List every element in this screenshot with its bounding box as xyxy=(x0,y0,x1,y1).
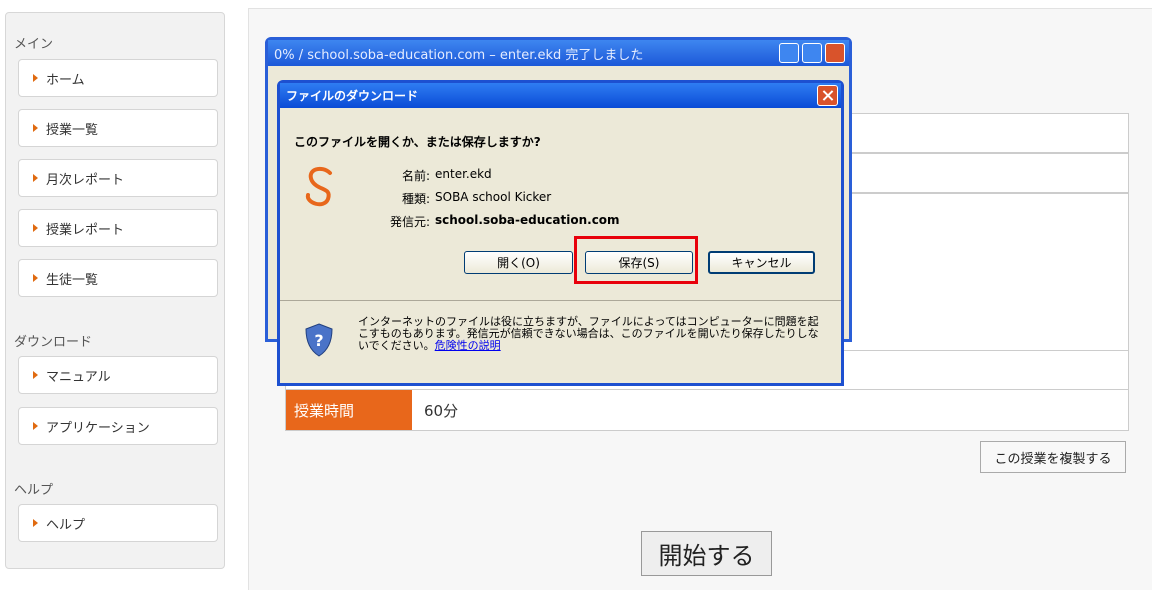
file-name-value: enter.ekd xyxy=(435,167,492,181)
sidebar: メイン ホーム 授業一覧 月次レポート 授業レポート 生徒一覧 ダウンロード マ… xyxy=(5,12,225,569)
minimize-icon[interactable] xyxy=(779,43,799,63)
arrow-icon xyxy=(33,174,38,182)
sidebar-item-label: マニュアル xyxy=(46,369,111,385)
sidebar-item-label: 生徒一覧 xyxy=(46,272,99,288)
close-icon[interactable] xyxy=(825,43,845,63)
sidebar-item-label: 授業レポート xyxy=(46,222,125,238)
duplicate-class-button[interactable]: この授業を複製する xyxy=(980,441,1126,473)
sidebar-item-label: 授業一覧 xyxy=(46,122,99,138)
arrow-icon xyxy=(33,371,38,379)
sidebar-item-class-report[interactable]: 授業レポート xyxy=(18,209,218,247)
warning-message: インターネットのファイルは役に立ちますが、ファイルによってはコンピューターに問題… xyxy=(358,315,819,352)
sidebar-item-monthly-report[interactable]: 月次レポート xyxy=(18,159,218,197)
field-label: 発信元: xyxy=(389,215,430,229)
dialog-title: ファイルのダウンロード xyxy=(280,83,841,108)
source-value: school.soba-education.com xyxy=(435,213,620,227)
file-type-value: SOBA school Kicker xyxy=(435,190,552,204)
start-button[interactable]: 開始する xyxy=(641,531,772,576)
arrow-icon xyxy=(33,124,38,132)
row-label: 授業時間 xyxy=(286,390,412,430)
open-button[interactable]: 開く(O) xyxy=(464,251,573,274)
section-heading-download: ダウンロード xyxy=(14,335,93,350)
sidebar-item-label: ホーム xyxy=(46,72,85,88)
app-logo-icon xyxy=(305,166,332,207)
shield-question-icon: ? xyxy=(305,323,333,357)
sidebar-item-student-list[interactable]: 生徒一覧 xyxy=(18,259,218,297)
sidebar-item-home[interactable]: ホーム xyxy=(18,59,218,97)
arrow-icon xyxy=(33,274,38,282)
window-title: 0% / school.soba-education.com – enter.e… xyxy=(268,40,849,66)
sidebar-item-class-list[interactable]: 授業一覧 xyxy=(18,109,218,147)
sidebar-item-label: アプリケーション xyxy=(46,420,150,436)
risk-explanation-link[interactable]: 危険性の説明 xyxy=(435,339,501,352)
divider xyxy=(280,300,841,301)
arrow-icon xyxy=(33,422,38,430)
save-highlight-box xyxy=(574,236,698,284)
field-label: 種類: xyxy=(401,192,430,206)
sidebar-item-application[interactable]: アプリケーション xyxy=(18,407,218,445)
warning-text: インターネットのファイルは役に立ちますが、ファイルによってはコンピューターに問題… xyxy=(358,316,828,352)
row-value: 60分 xyxy=(424,401,459,420)
sidebar-item-label: 月次レポート xyxy=(46,172,125,188)
sidebar-item-manual[interactable]: マニュアル xyxy=(18,356,218,394)
section-heading-main: メイン xyxy=(14,37,54,52)
dialog-question: このファイルを開くか、または保存しますか? xyxy=(294,135,541,149)
file-download-dialog: ファイルのダウンロード このファイルを開くか、または保存しますか? 名前: en… xyxy=(277,80,844,386)
svg-text:?: ? xyxy=(314,331,323,350)
cancel-button[interactable]: キャンセル xyxy=(708,251,815,274)
info-row-class-duration: 授業時間 60分 xyxy=(285,389,1129,431)
arrow-icon xyxy=(33,74,38,82)
sidebar-item-help[interactable]: ヘルプ xyxy=(18,504,218,542)
arrow-icon xyxy=(33,224,38,232)
arrow-icon xyxy=(33,519,38,527)
maximize-icon[interactable] xyxy=(802,43,822,63)
field-label: 名前: xyxy=(401,169,430,183)
section-heading-help: ヘルプ xyxy=(14,483,54,498)
sidebar-item-label: ヘルプ xyxy=(46,517,86,533)
close-icon[interactable] xyxy=(817,85,838,106)
